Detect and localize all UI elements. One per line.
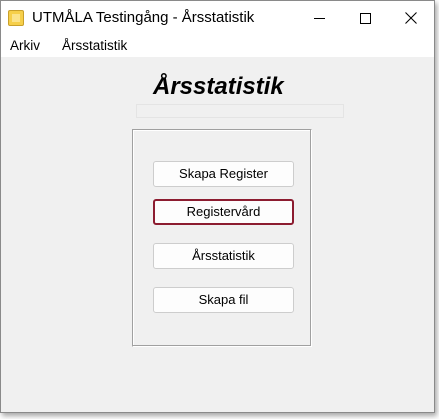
app-folder-icon[interactable]: [8, 10, 24, 26]
close-icon: [405, 12, 417, 24]
title-bar[interactable]: UTMÅLA Testingång - Årsstatistik: [1, 1, 434, 35]
registervard-button[interactable]: Registervård: [153, 199, 294, 225]
maximize-button[interactable]: [342, 1, 388, 35]
app-window: UTMÅLA Testingång - Årsstatistik Arkiv Å…: [0, 0, 435, 413]
menu-bar: Arkiv Årsstatistik: [1, 35, 434, 57]
minimize-icon: [314, 18, 325, 19]
menu-arsstatistik[interactable]: Årsstatistik: [62, 38, 127, 53]
skapa-register-button[interactable]: Skapa Register: [153, 161, 294, 187]
window-title: UTMÅLA Testingång - Årsstatistik: [32, 9, 255, 26]
close-button[interactable]: [388, 1, 434, 35]
menu-arkiv[interactable]: Arkiv: [10, 38, 40, 53]
heading-divider: [136, 104, 344, 118]
maximize-icon: [360, 13, 371, 24]
skapa-fil-button[interactable]: Skapa fil: [153, 287, 294, 313]
arsstatistik-button[interactable]: Årsstatistik: [153, 243, 294, 269]
minimize-button[interactable]: [296, 1, 342, 35]
page-title: Årsstatistik: [153, 73, 284, 100]
